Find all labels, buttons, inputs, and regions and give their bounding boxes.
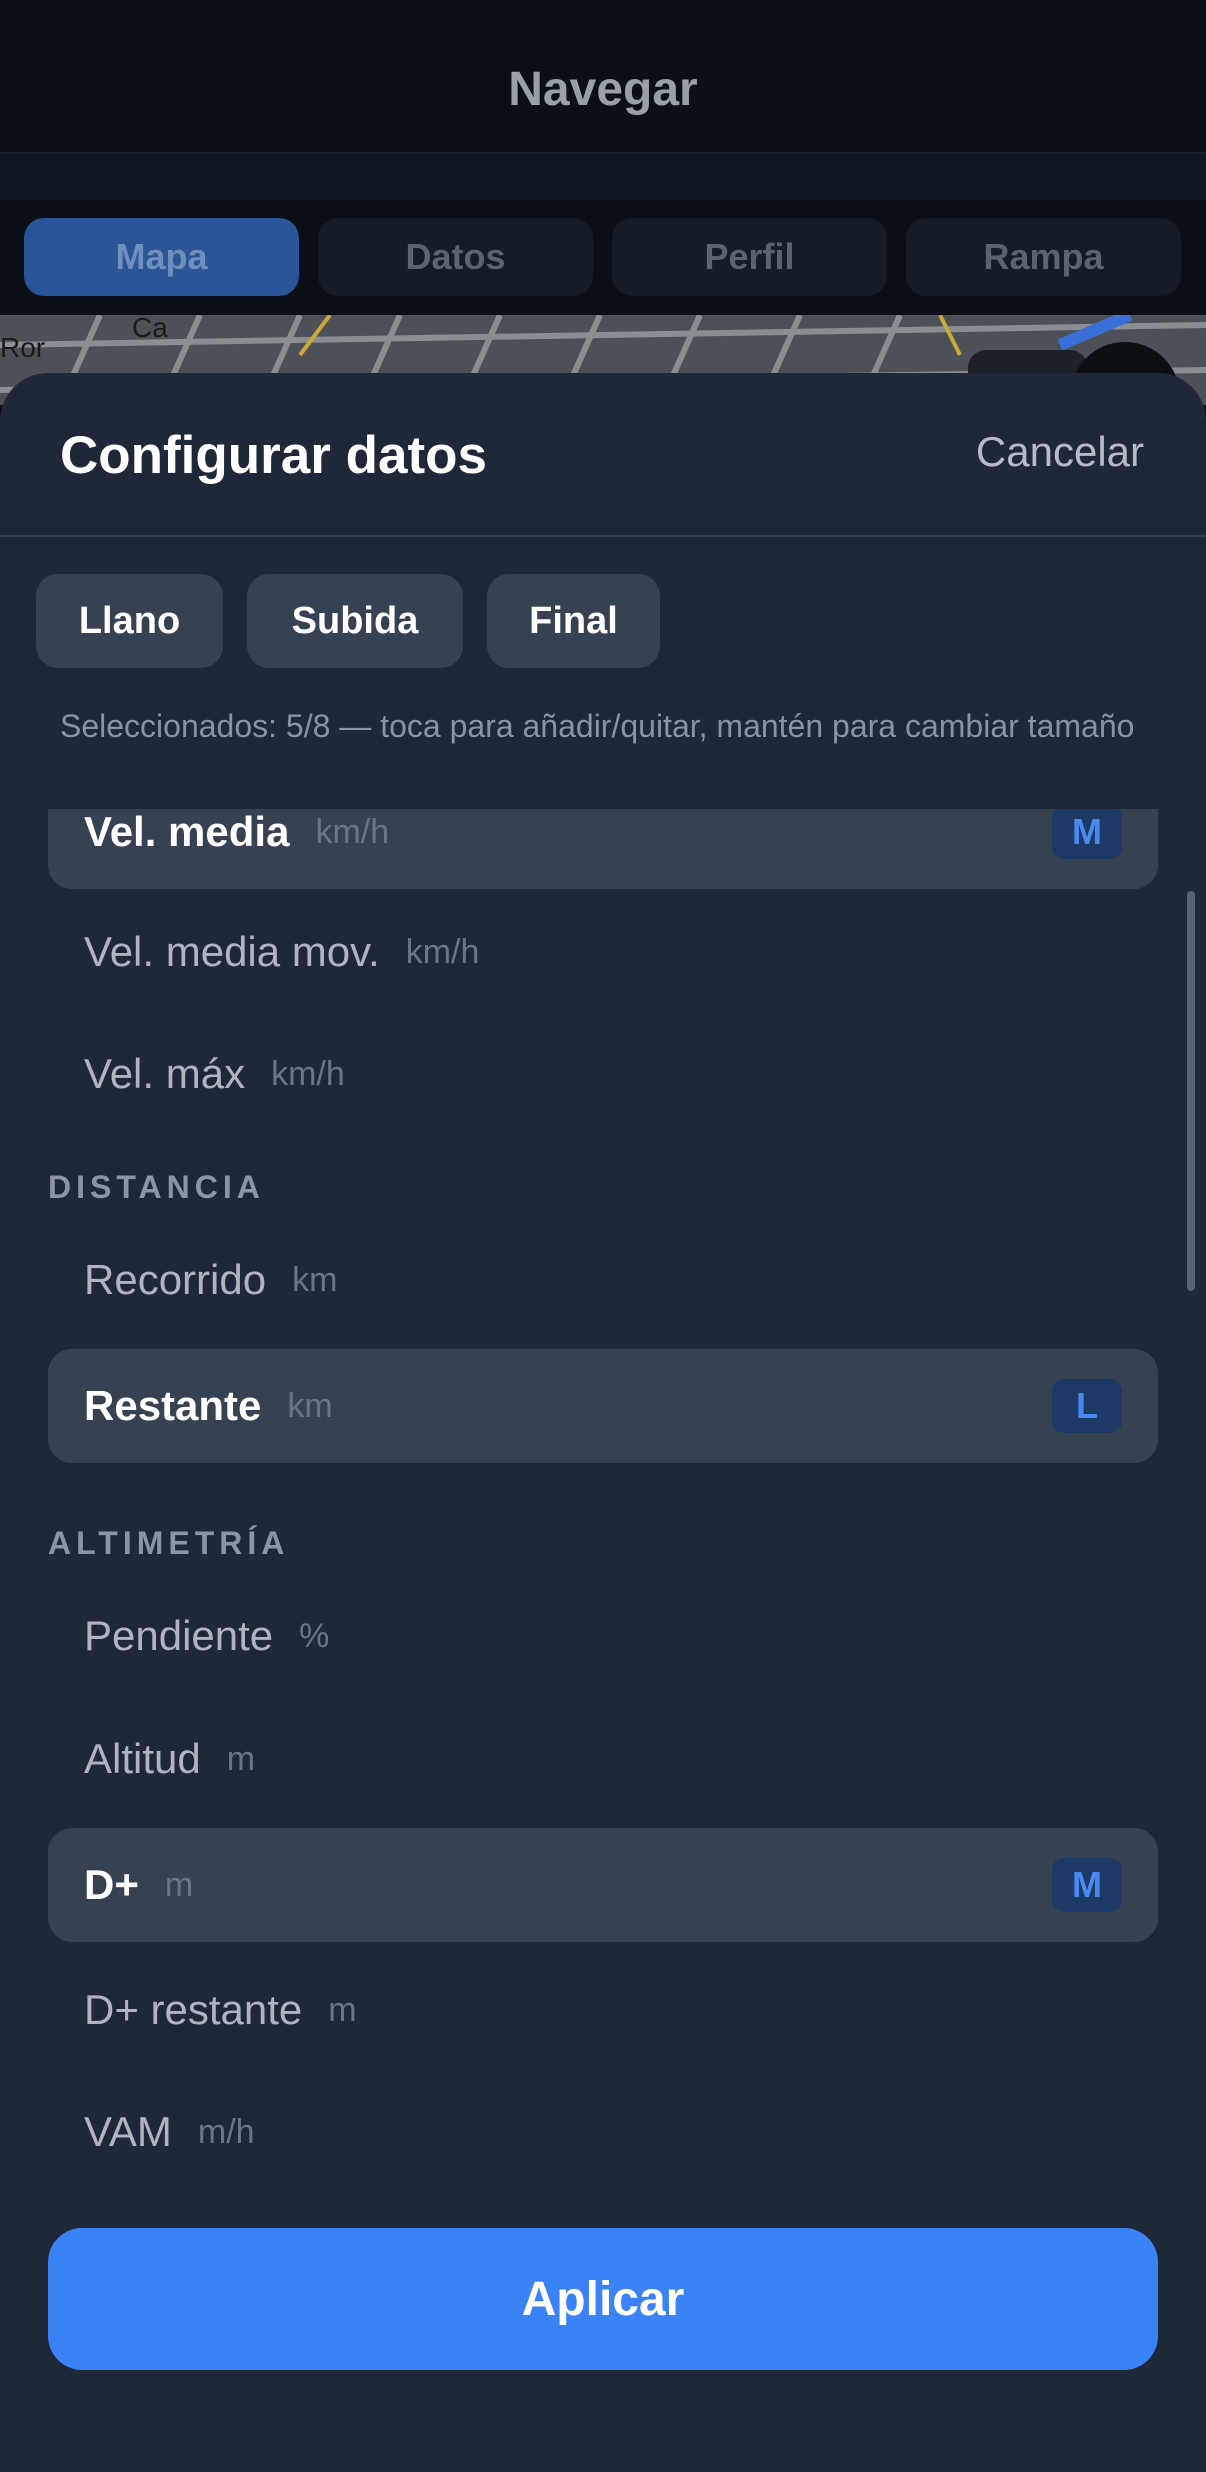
tab-map[interactable]: Mapa [24, 218, 299, 296]
list-scrollbar[interactable] [1187, 891, 1195, 1291]
selection-info: Seleccionados: 5/8 — toca para añadir/qu… [60, 708, 1135, 744]
field-unit: km/h [271, 1054, 345, 1093]
field-label: D+ [84, 1861, 139, 1908]
field-unit: % [299, 1616, 330, 1655]
field-row-avg-speed[interactable]: Vel. media km/h M [48, 809, 1158, 889]
field-row-vam[interactable]: VAM m/h [48, 2075, 1158, 2189]
field-row-elevation-gain[interactable]: D+ m M [48, 1828, 1158, 1942]
field-unit: m [328, 1990, 357, 2029]
field-unit: km [287, 1386, 333, 1425]
field-label: Pendiente [84, 1612, 274, 1659]
field-row-avg-moving-speed[interactable]: Vel. media mov. km/h [48, 895, 1158, 1009]
field-unit: m [226, 1739, 256, 1778]
preset-climb-button[interactable]: Subida [247, 574, 463, 668]
tab-profile[interactable]: Perfil [612, 218, 887, 296]
size-badge[interactable]: L [1052, 1379, 1122, 1433]
section-title-altimetry: ALTIMETRÍA [48, 1525, 290, 1561]
preset-final-button[interactable]: Final [487, 574, 660, 668]
field-row-gradient[interactable]: Pendiente % [48, 1579, 1158, 1693]
field-unit: m/h [197, 2112, 255, 2151]
data-fields-list[interactable]: Vel. media km/h M Vel. media mov. km/h V… [0, 809, 1206, 2472]
field-label: Vel. media [84, 809, 290, 855]
size-badge[interactable]: M [1052, 809, 1122, 859]
field-label: Vel. máx [84, 1050, 246, 1097]
field-row-distance-remaining[interactable]: Restante km L [48, 1349, 1158, 1463]
preset-flat-button[interactable]: Llano [36, 574, 223, 668]
header-strip [0, 154, 1206, 200]
field-row-distance-traveled[interactable]: Recorrido km [48, 1223, 1158, 1337]
sheet-title: Configurar datos [60, 426, 487, 485]
sheet-header: Configurar datos Cancelar [0, 373, 1206, 537]
apply-button[interactable]: Aplicar [48, 2228, 1158, 2370]
configure-data-sheet: Configurar datos Cancelar Llano Subida F… [0, 373, 1206, 2472]
cancel-button[interactable]: Cancelar [976, 428, 1144, 476]
street-label: Ca [132, 315, 168, 343]
field-unit: km/h [315, 812, 390, 851]
field-label: Restante [84, 1382, 262, 1429]
section-title-distance: DISTANCIA [48, 1169, 265, 1205]
screen-title: Navegar [508, 63, 698, 116]
navigation-header: Navegar [0, 0, 1206, 154]
field-label: Altitud [84, 1735, 201, 1782]
street-label-2: Ror [0, 332, 45, 363]
tab-ramp[interactable]: Rampa [906, 218, 1181, 296]
field-label: Recorrido [84, 1256, 267, 1303]
field-label: D+ restante [84, 1986, 303, 2033]
field-row-elevation-remaining[interactable]: D+ restante m [48, 1953, 1158, 2067]
field-row-altitude[interactable]: Altitud m [48, 1702, 1158, 1816]
field-label: Vel. media mov. [84, 928, 380, 975]
field-row-max-speed[interactable]: Vel. máx km/h [48, 1017, 1158, 1131]
field-unit: m [164, 1865, 194, 1904]
view-tabs: Mapa Datos Perfil Rampa [0, 200, 1206, 315]
field-label: VAM [84, 2108, 172, 2155]
field-unit: km [292, 1260, 338, 1299]
size-badge[interactable]: M [1052, 1858, 1122, 1912]
field-unit: km/h [405, 932, 480, 971]
tab-data[interactable]: Datos [318, 218, 593, 296]
